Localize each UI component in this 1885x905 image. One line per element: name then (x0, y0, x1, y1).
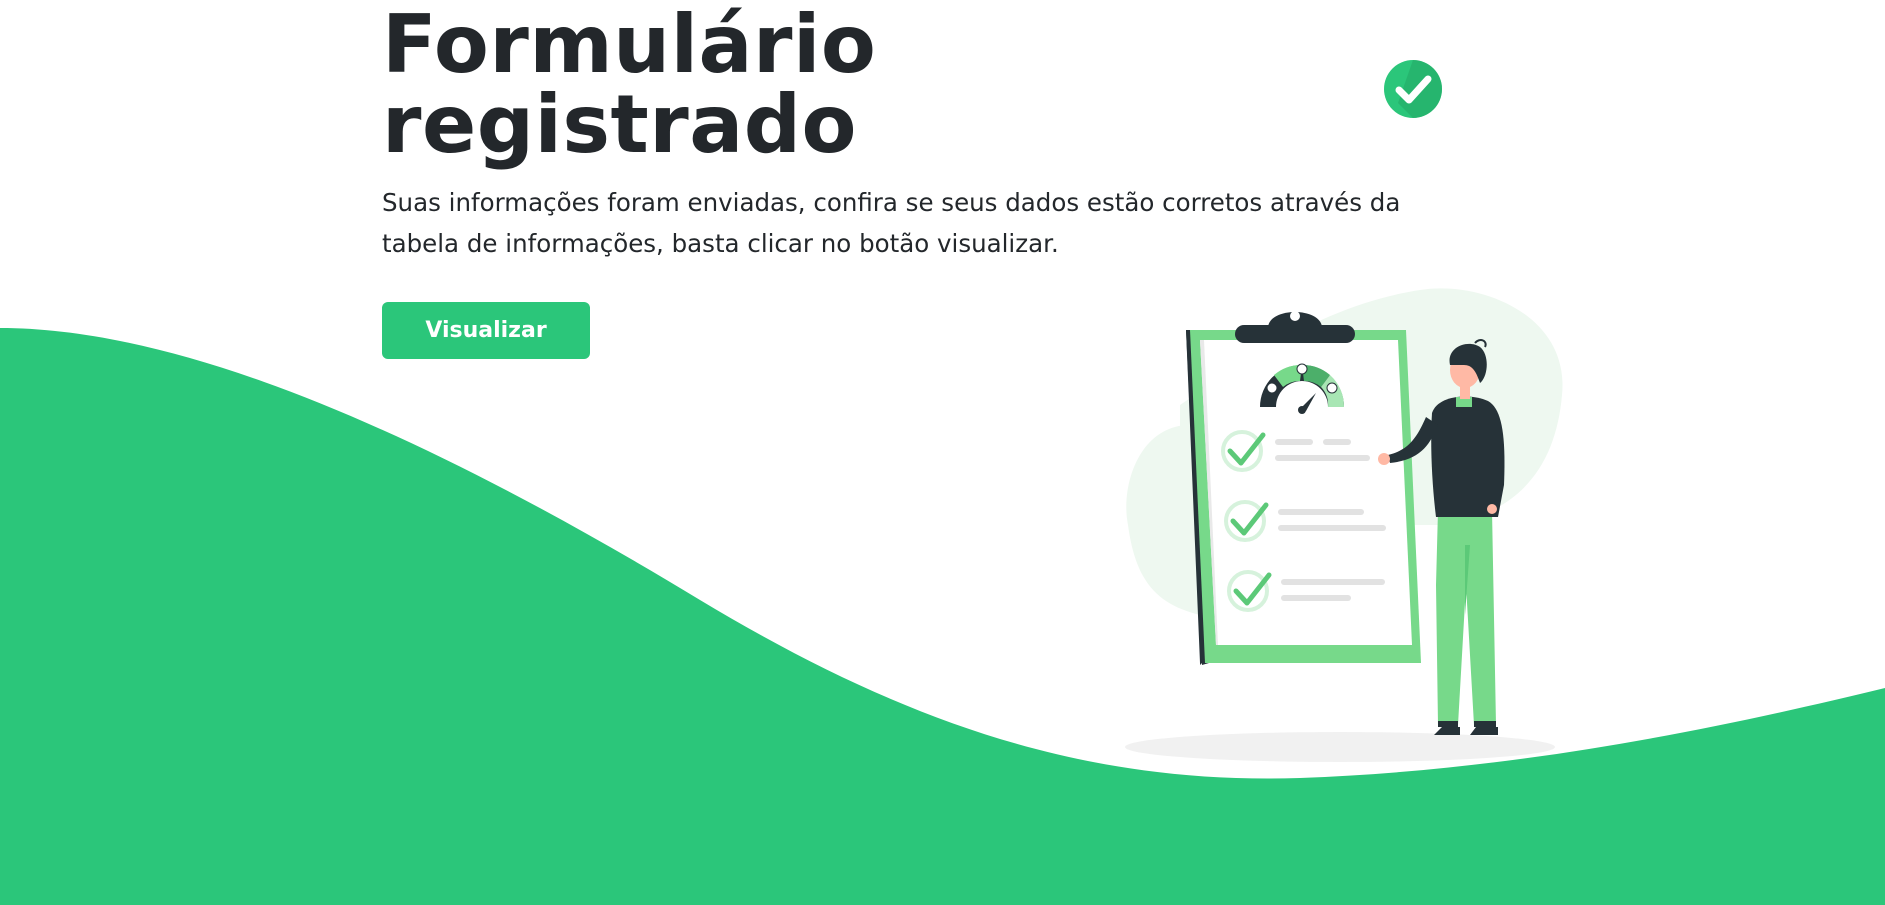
clip (1235, 325, 1355, 343)
check-circle-icon (1384, 60, 1442, 118)
visualize-button[interactable]: Visualizar (382, 302, 590, 359)
page: Formulário registrado Suas informações f… (0, 0, 1885, 905)
sad-face-icon (1266, 382, 1278, 394)
clipboard (1186, 311, 1421, 665)
happy-face-icon (1326, 382, 1338, 394)
checklist-illustration (1125, 288, 1563, 762)
neutral-face-icon (1296, 363, 1308, 375)
page-title: Formulário registrado (382, 0, 877, 171)
ground-shadow (1125, 732, 1555, 762)
title-row: Formulário registrado (382, 5, 1442, 165)
description-text: Suas informações foram enviadas, confira… (382, 188, 1401, 258)
